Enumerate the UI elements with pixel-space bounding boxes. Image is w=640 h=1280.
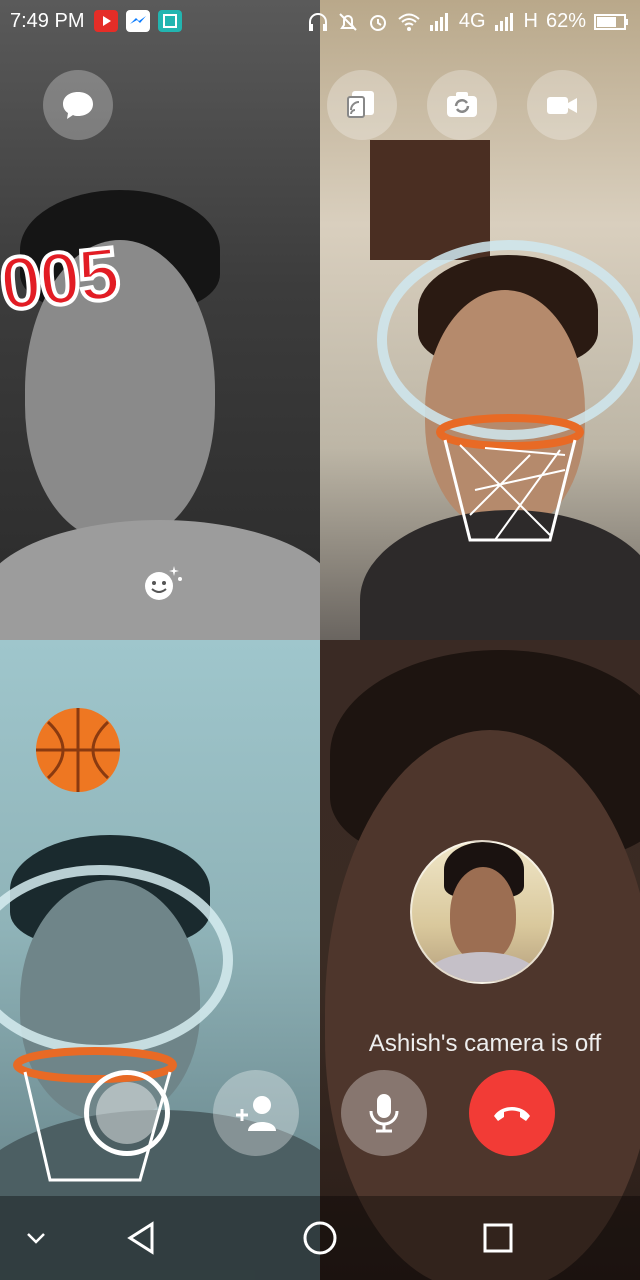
effects-button[interactable] xyxy=(140,562,184,606)
video-toggle-button[interactable] xyxy=(527,70,597,140)
add-person-button[interactable] xyxy=(213,1070,299,1156)
nav-collapse[interactable] xyxy=(14,1216,58,1260)
flip-camera-icon xyxy=(447,92,477,117)
camera-off-notice: Ashish's camera is off xyxy=(368,1030,602,1057)
notification-icons xyxy=(94,10,182,32)
participant-video-3[interactable] xyxy=(0,640,320,1280)
headset-icon xyxy=(308,12,327,31)
signal-icon xyxy=(494,12,513,31)
smiley-effects-icon xyxy=(145,566,182,600)
pip-face xyxy=(450,867,516,962)
status-bar: 7:49 PM 4G H 62% xyxy=(0,0,640,44)
chevron-down-icon xyxy=(27,1233,45,1244)
signal-icon xyxy=(429,12,448,31)
wifi-icon xyxy=(398,13,420,31)
battery-icon xyxy=(594,13,628,30)
back-icon xyxy=(127,1221,154,1255)
pip-shoulders xyxy=(422,952,542,982)
nav-back[interactable] xyxy=(120,1216,164,1260)
nav-home[interactable] xyxy=(298,1216,342,1260)
recents-icon xyxy=(483,1223,513,1253)
self-view-pip[interactable] xyxy=(410,840,554,984)
end-call-icon xyxy=(494,1107,530,1121)
game-score: 005 xyxy=(0,229,123,328)
capture-shutter-icon xyxy=(96,1082,158,1144)
screenshot-icon xyxy=(158,10,182,32)
video-camera-icon xyxy=(547,97,577,114)
status-time: 7:49 PM xyxy=(10,10,85,32)
add-person-icon xyxy=(236,1096,276,1131)
microphone-icon xyxy=(369,1094,399,1133)
status-indicators: 4G H 62% xyxy=(307,10,630,33)
network-type: 4G xyxy=(458,10,486,32)
mute-button[interactable] xyxy=(341,1070,427,1156)
chat-bubble-icon xyxy=(63,92,93,119)
alarm-icon xyxy=(369,14,386,31)
home-icon xyxy=(303,1221,337,1255)
battery-percent: 62% xyxy=(545,10,586,32)
capture-button[interactable] xyxy=(84,1070,170,1156)
end-call-button[interactable] xyxy=(469,1070,555,1156)
network-type-2: H xyxy=(523,10,538,32)
mute-bell-icon xyxy=(339,12,357,31)
nav-recents[interactable] xyxy=(476,1216,520,1260)
youtube-icon xyxy=(94,10,118,32)
screen-share-icon xyxy=(347,91,374,118)
flip-camera-button[interactable] xyxy=(427,70,497,140)
hoop-overlay xyxy=(0,865,233,1182)
screen-share-button[interactable] xyxy=(327,70,397,140)
messenger-icon xyxy=(126,10,150,32)
system-nav-bar xyxy=(0,1196,640,1280)
chat-button[interactable] xyxy=(43,70,113,140)
